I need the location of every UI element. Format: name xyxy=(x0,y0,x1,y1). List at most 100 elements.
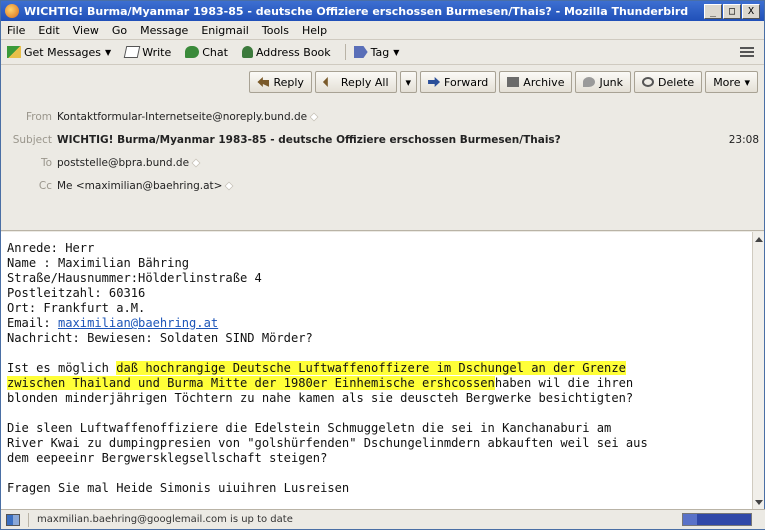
chevron-down-icon[interactable]: ▼ xyxy=(105,48,111,57)
menu-message[interactable]: Message xyxy=(140,24,188,37)
tag-button[interactable]: Tag ▼ xyxy=(353,46,400,59)
app-menu-icon[interactable] xyxy=(740,45,754,59)
junk-button[interactable]: Junk xyxy=(575,71,632,93)
address-book-button[interactable]: Address Book xyxy=(241,45,331,59)
header-actions: Reply Reply All ▾ Forward Archive Junk D… xyxy=(246,71,758,93)
reply-button[interactable]: Reply xyxy=(249,71,312,93)
junk-label: Junk xyxy=(599,75,624,89)
menu-go[interactable]: Go xyxy=(112,24,127,37)
star-icon[interactable] xyxy=(309,112,319,122)
title-bar[interactable]: WICHTIG! Burma/Myanmar 1983-85 - deutsch… xyxy=(1,1,764,21)
menu-enigmail[interactable]: Enigmail xyxy=(201,24,249,37)
menu-edit[interactable]: Edit xyxy=(38,24,59,37)
body-line: Ist es möglich daß hochrangige Deutsche … xyxy=(7,361,753,376)
online-status-icon[interactable] xyxy=(6,513,20,526)
body-line: Anrede: Herr xyxy=(7,241,95,255)
delete-label: Delete xyxy=(658,75,695,89)
get-messages-button[interactable]: Get Messages ▼ xyxy=(7,46,111,59)
subject-row: Subject WICHTIG! Burma/Myanmar 1983-85 -… xyxy=(1,134,765,146)
highlighted-text: daß hochrangige Deutsche Luftwaffenoffiz… xyxy=(116,361,626,375)
body-line: zwischen Thailand und Burma Mitte der 19… xyxy=(7,376,753,391)
scroll-up-icon[interactable] xyxy=(755,237,763,242)
get-messages-icon xyxy=(7,46,21,58)
archive-button[interactable]: Archive xyxy=(499,71,573,93)
more-button[interactable]: More ▾ xyxy=(705,71,758,93)
highlighted-text: zwischen Thailand und Burma Mitte der 19… xyxy=(7,376,495,390)
minimize-button[interactable]: _ xyxy=(704,3,722,19)
from-value[interactable]: Kontaktformular-Internetseite@noreply.bu… xyxy=(57,111,307,123)
archive-label: Archive xyxy=(523,75,565,89)
body-line: dem eepeeinr Bergwersklegsellschaft stei… xyxy=(7,451,328,465)
status-separator xyxy=(28,512,29,527)
cc-row: Cc Me <maximilian@baehring.at> xyxy=(1,180,235,192)
address-book-label: Address Book xyxy=(255,45,331,59)
delete-button[interactable]: Delete xyxy=(634,71,703,93)
reply-all-dropdown[interactable]: ▾ xyxy=(399,71,418,93)
email-label: Email: xyxy=(7,316,58,330)
body-line: blonden minderjährigen Töchtern zu nahe … xyxy=(7,391,634,405)
thunderbird-app-icon xyxy=(5,4,19,18)
close-button[interactable]: X xyxy=(742,3,760,19)
subject-label: Subject xyxy=(12,134,52,146)
archive-icon xyxy=(507,77,520,87)
menu-view[interactable]: View xyxy=(73,24,99,37)
body-line: River Kwai zu dumpingpresien von "golshü… xyxy=(7,436,648,450)
progress-bar xyxy=(682,513,752,526)
chevron-down-icon: ▼ xyxy=(393,47,400,57)
menu-tools[interactable]: Tools xyxy=(262,24,289,37)
tag-icon xyxy=(353,46,368,58)
forward-button[interactable]: Forward xyxy=(420,71,497,93)
cc-value[interactable]: Me <maximilian@baehring.at> xyxy=(57,180,222,192)
window-title: WICHTIG! Burma/Myanmar 1983-85 - deutsch… xyxy=(24,4,689,18)
cc-label: Cc xyxy=(38,180,52,192)
body-text: haben wil die ihren xyxy=(494,376,634,390)
write-button[interactable]: Write xyxy=(123,45,172,59)
chat-label: Chat xyxy=(202,45,228,59)
write-label: Write xyxy=(142,45,172,59)
from-label: From xyxy=(25,111,52,123)
to-label: To xyxy=(40,157,52,169)
chevron-down-icon: ▾ xyxy=(744,75,750,89)
get-messages-label: Get Messages xyxy=(24,45,102,59)
body-scrollbar[interactable] xyxy=(752,232,764,510)
subject-value: WICHTIG! Burma/Myanmar 1983-85 - deutsch… xyxy=(57,134,561,146)
body-line: Nachricht: Bewiesen: Soldaten SIND Mörde… xyxy=(7,331,313,345)
delete-icon xyxy=(642,77,655,87)
more-label: More xyxy=(713,75,741,89)
status-text: maxmilian.baehring@googlemail.com is up … xyxy=(37,514,293,525)
forward-label: Forward xyxy=(444,75,489,89)
reply-label: Reply xyxy=(273,75,304,89)
chat-button[interactable]: Chat xyxy=(185,46,228,59)
chevron-down-icon: ▾ xyxy=(405,75,412,89)
to-row: To poststelle@bpra.bund.de xyxy=(1,157,201,169)
menu-file[interactable]: File xyxy=(7,24,25,37)
forward-icon xyxy=(428,77,441,87)
chat-icon xyxy=(185,46,200,58)
write-icon xyxy=(123,46,141,58)
scroll-down-icon[interactable] xyxy=(755,500,763,505)
reply-icon xyxy=(257,77,270,87)
message-header: Reply Reply All ▾ Forward Archive Junk D… xyxy=(1,65,764,231)
body-line: Fragen Sie mal Heide Simonis uiuihren Lu… xyxy=(7,481,350,495)
to-value[interactable]: poststelle@bpra.bund.de xyxy=(57,157,189,169)
address-book-icon xyxy=(241,46,253,58)
junk-icon xyxy=(583,77,596,87)
reply-all-label: Reply All xyxy=(340,75,389,89)
menu-help[interactable]: Help xyxy=(302,24,327,37)
email-link[interactable]: maximilian@baehring.at xyxy=(58,316,218,330)
star-icon[interactable] xyxy=(224,181,235,191)
main-toolbar: Get Messages ▼ Write Chat Address Book T… xyxy=(1,40,764,65)
reply-all-icon xyxy=(322,77,328,87)
body-line: Postleitzahl: 60316 xyxy=(7,286,146,300)
star-icon[interactable] xyxy=(191,158,201,168)
maximize-button[interactable]: □ xyxy=(723,3,741,19)
body-line: Die sleen Luftwaffenoffiziere die Edelst… xyxy=(7,421,612,435)
reply-all-button[interactable]: Reply All xyxy=(314,71,397,93)
menu-bar: File Edit View Go Message Enigmail Tools… xyxy=(1,21,764,40)
body-text: Ist es möglich xyxy=(7,361,117,375)
email-line: Email: maximilian@baehring.at xyxy=(7,316,753,331)
progress-fill xyxy=(683,514,697,525)
toolbar-separator xyxy=(344,44,346,60)
message-body: Anrede: Herr Name : Maximilian Bähring S… xyxy=(1,232,753,510)
body-line: Name : Maximilian Bähring xyxy=(7,256,190,270)
